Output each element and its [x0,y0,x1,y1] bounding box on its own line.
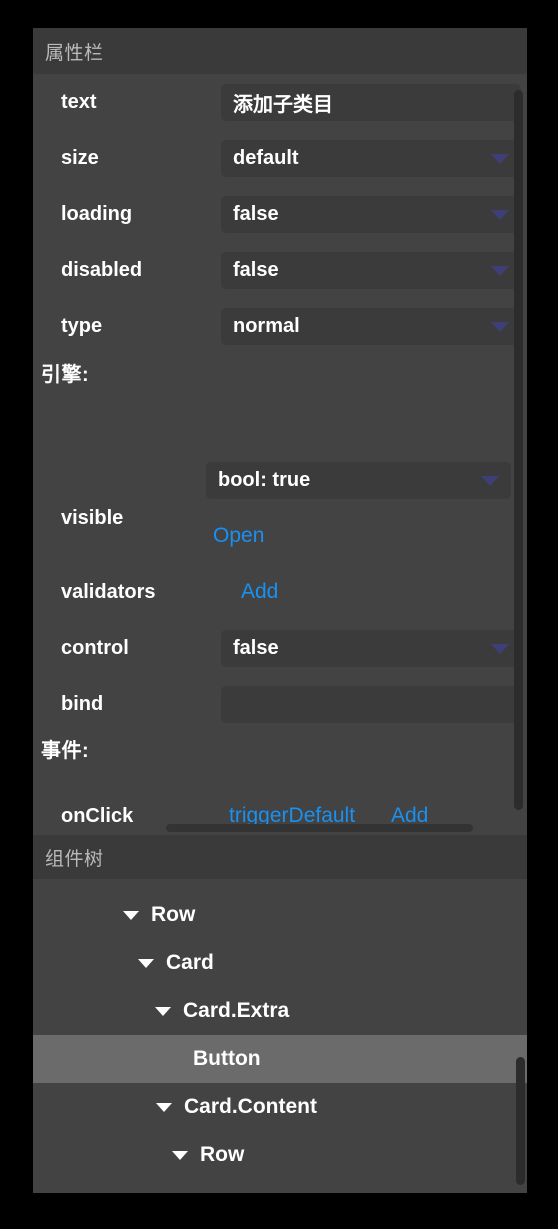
property-label-size: size [61,146,99,169]
component-tree-header: 组件树 [33,835,527,879]
tree-node-label: Card.Content [184,1095,317,1118]
tree-node-button[interactable]: Button [33,1035,527,1083]
component-tree-vertical-scrollbar-thumb[interactable] [516,1057,525,1185]
chevron-down-icon [491,321,509,332]
events-section-heading: 事件: [41,740,90,762]
tree-node-label: Button [193,1047,261,1070]
property-row-size: size default [33,130,527,186]
tree-node-label: Row [200,1143,245,1166]
chevron-down-icon[interactable] [172,1151,188,1160]
component-tree-panel: 组件树 Row Card Card.Extra Button Card.Cont… [33,835,527,1193]
property-row-text: text 添加子类目 [33,74,527,130]
properties-panel: 属性栏 text 添加子类目 size default loading fals… [33,28,527,835]
property-row-bind: bind [33,676,527,732]
tree-node-label: Card.Extra [183,999,290,1022]
chevron-down-icon[interactable] [156,1103,172,1112]
property-value-control: false [233,637,279,659]
component-tree-body: Row Card Card.Extra Button Card.Content … [33,879,527,1193]
property-select-control[interactable]: false [221,630,521,667]
chevron-down-icon [481,475,499,486]
component-tree-title: 组件树 [45,848,104,870]
property-label-control: control [61,636,129,659]
property-input-text[interactable]: 添加子类目 [221,84,521,121]
tree-node-card-content[interactable]: Card.Content [33,1083,527,1131]
chevron-down-icon[interactable] [123,911,139,920]
chevron-down-icon [491,643,509,654]
properties-horizontal-scrollbar-thumb[interactable] [166,824,473,832]
property-row-validators: validators Add [33,564,527,620]
property-row-disabled: disabled false [33,242,527,298]
property-value-size: default [233,147,299,169]
properties-vertical-scrollbar-thumb[interactable] [514,90,523,810]
property-label-disabled: disabled [61,258,143,281]
property-row-type: type normal [33,298,527,354]
property-label-text: text [61,90,97,113]
chevron-down-icon [491,209,509,220]
tree-node-row-nested[interactable]: Row [33,1131,527,1179]
property-label-visible: visible [61,506,124,529]
chevron-down-icon [491,153,509,164]
validators-add-link[interactable]: Add [241,580,278,604]
property-label-type: type [61,314,103,337]
engine-section-heading: 引擎: [41,364,90,386]
properties-panel-header: 属性栏 [33,28,527,74]
visible-open-link[interactable]: Open [213,524,264,548]
chevron-down-icon[interactable] [138,959,154,968]
property-value-disabled: false [233,259,279,281]
property-label-bind: bind [61,692,104,715]
tree-node-card-extra[interactable]: Card.Extra [33,987,527,1035]
properties-panel-title: 属性栏 [45,42,104,64]
properties-horizontal-scrollbar[interactable] [33,821,527,835]
property-value-visible: bool: true [218,469,311,491]
property-label-validators: validators [61,580,156,603]
property-select-size[interactable]: default [221,140,521,177]
property-label-loading: loading [61,202,133,225]
tree-node-card[interactable]: Card [33,939,527,987]
properties-vertical-scrollbar[interactable] [514,74,525,829]
property-input-bind[interactable] [221,686,521,723]
tree-node-label: Row [151,903,196,926]
property-select-visible[interactable]: bool: true [206,462,511,499]
property-select-loading[interactable]: false [221,196,521,233]
property-value-loading: false [233,203,279,225]
property-value-text: 添加子类目 [233,94,333,116]
properties-panel-body: text 添加子类目 size default loading false di… [33,74,527,835]
property-select-disabled[interactable]: false [221,252,521,289]
app-root: 属性栏 text 添加子类目 size default loading fals… [0,0,558,1229]
property-row-control: control false [33,620,527,676]
property-select-type[interactable]: normal [221,308,521,345]
chevron-down-icon[interactable] [155,1007,171,1016]
tree-node-label: Card [166,951,214,974]
property-value-type: normal [233,315,300,337]
property-row-loading: loading false [33,186,527,242]
chevron-down-icon [491,265,509,276]
tree-node-row[interactable]: Row [33,891,527,939]
